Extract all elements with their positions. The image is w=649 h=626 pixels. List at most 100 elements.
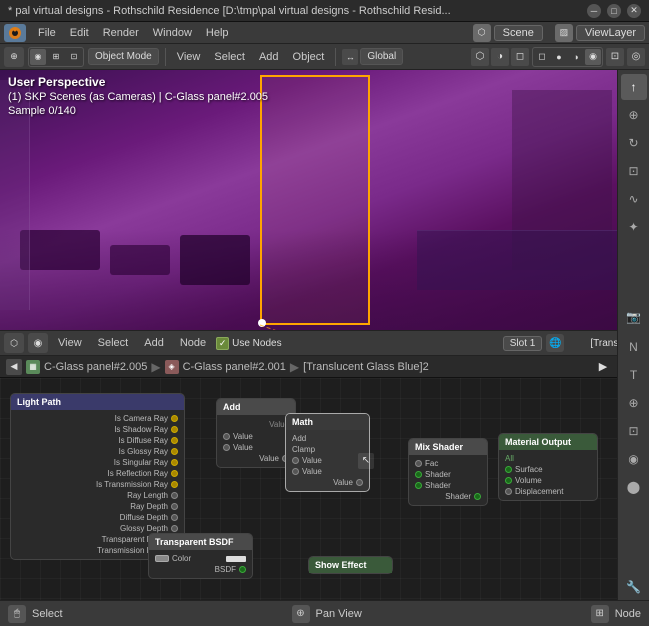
sidebar-tool-3[interactable]: ↻ bbox=[621, 130, 647, 156]
overlay-icons: ⬡ ◑ ◻ bbox=[471, 48, 529, 66]
sidebar-tool-5[interactable]: ∿ bbox=[621, 186, 647, 212]
wire-mode[interactable]: ◻ bbox=[534, 49, 550, 65]
proportional-icon[interactable]: ◎ bbox=[627, 48, 645, 66]
shading-modes: ◻ ● ◑ ◉ bbox=[532, 47, 603, 67]
trans-header: Transparent BSDF bbox=[149, 534, 252, 550]
breadcrumb-item-3: [Translucent Glass Blue]2 bbox=[303, 361, 429, 373]
transform-icon[interactable]: ↔ bbox=[342, 49, 358, 65]
scene-selector[interactable]: Scene bbox=[494, 25, 543, 41]
sidebar-tool-cam[interactable]: 📷 bbox=[621, 304, 647, 330]
mode-icon-2[interactable]: ⊞ bbox=[48, 49, 64, 65]
select-mouse-icon: 🖱 bbox=[8, 605, 26, 623]
xray-icon[interactable]: ◻ bbox=[511, 48, 529, 66]
mix-shader-node[interactable]: Mix Shader Fac Shader Shader Shader bbox=[408, 438, 488, 506]
object-mode-btn[interactable]: Object Mode bbox=[88, 48, 159, 65]
mode-icon-1[interactable]: ◉ bbox=[30, 49, 46, 65]
breadcrumb-item-2: ◈ C-Glass panel#2.001 bbox=[165, 360, 286, 374]
vp-view-btn[interactable]: View bbox=[172, 49, 206, 65]
scene-icon: ⬡ bbox=[473, 24, 491, 42]
shader-view-btn[interactable]: View bbox=[52, 335, 88, 351]
use-nodes-toggle[interactable]: ✓ Use Nodes bbox=[216, 337, 281, 350]
statusbar: 🖱 Select ⊕ Pan View ⊞ Node bbox=[0, 600, 649, 626]
breadcrumb-sep-2: ▶ bbox=[290, 360, 299, 374]
lp-shadow-socket bbox=[171, 426, 178, 433]
node-tool-4[interactable]: ⊡ bbox=[621, 418, 647, 444]
menu-render[interactable]: Render bbox=[97, 25, 145, 41]
lp-singular: Is Singular Ray bbox=[17, 457, 178, 468]
material-output-node[interactable]: Material Output All Surface Volume Displ… bbox=[498, 433, 598, 501]
sidebar-tool-1[interactable]: ↑ bbox=[621, 74, 647, 100]
mix-fac: Fac bbox=[415, 458, 481, 469]
slot-selector[interactable]: Slot 1 bbox=[503, 336, 543, 351]
breadcrumb-back[interactable]: ◀ bbox=[6, 359, 22, 375]
math-val1: Value bbox=[292, 455, 363, 466]
transform-group: ↔ Global bbox=[342, 48, 403, 65]
lp-raylen-socket bbox=[171, 492, 178, 499]
shading-icon[interactable]: ⬡ bbox=[471, 48, 489, 66]
menu-edit[interactable]: Edit bbox=[64, 25, 95, 41]
show-effect-node[interactable]: Show Effect bbox=[308, 556, 393, 574]
mix-s2-sock bbox=[415, 482, 422, 489]
node-sidebar-bottom: 🔧 bbox=[621, 574, 647, 600]
node-tool-5[interactable]: ◉ bbox=[621, 446, 647, 472]
trans-out-sock bbox=[239, 566, 246, 573]
shader-toolbar: ⬡ ◉ View Select Add Node ✓ Use Nodes Slo… bbox=[0, 330, 649, 356]
node-canvas[interactable]: Light Path Is Camera Ray Is Shadow Ray I… bbox=[0, 378, 617, 600]
menu-file[interactable]: File bbox=[32, 25, 62, 41]
add-in2: Value bbox=[223, 442, 289, 453]
vp-add-btn[interactable]: Add bbox=[254, 49, 284, 65]
output-header: Material Output bbox=[499, 434, 597, 450]
breadcrumb-forward[interactable]: ▶ bbox=[595, 359, 611, 375]
solid-mode[interactable]: ● bbox=[551, 49, 567, 65]
shader-add-btn[interactable]: Add bbox=[138, 335, 170, 351]
titlebar: * pal virtual designs - Rothschild Resid… bbox=[0, 0, 649, 22]
add-node[interactable]: Add Value Value Value Value bbox=[216, 398, 296, 468]
use-nodes-checkbox[interactable]: ✓ bbox=[216, 337, 229, 350]
lp-transmission: Is Transmission Ray bbox=[17, 479, 178, 490]
vp-object-btn[interactable]: Object bbox=[288, 49, 330, 65]
vp-select-btn[interactable]: Select bbox=[209, 49, 250, 65]
out-surface-sock bbox=[505, 466, 512, 473]
world-icon[interactable]: 🌐 bbox=[546, 334, 564, 352]
shader-nav-icon[interactable]: ◉ bbox=[28, 333, 48, 353]
snap-icon[interactable]: ⊡ bbox=[606, 48, 624, 66]
blender-icon bbox=[4, 24, 26, 42]
menu-window[interactable]: Window bbox=[147, 25, 198, 41]
node-tool-2[interactable]: T bbox=[621, 362, 647, 388]
render-mode[interactable]: ◉ bbox=[585, 49, 601, 65]
overlay-icon[interactable]: ◑ bbox=[491, 48, 509, 66]
minimize-button[interactable]: ─ bbox=[587, 4, 601, 18]
shader-mode-icon[interactable]: ⬡ bbox=[4, 333, 24, 353]
breadcrumb-bar: ◀ ▦ C-Glass panel#2.005 ▶ ◈ C-Glass pane… bbox=[0, 356, 617, 378]
node-editor[interactable]: Light Path Is Camera Ray Is Shadow Ray I… bbox=[0, 378, 617, 600]
node-right-sidebar: N T ⊕ ⊡ ◉ ⬤ 🔧 bbox=[617, 330, 649, 600]
mix-s1-sock bbox=[415, 471, 422, 478]
expand-icon bbox=[568, 334, 586, 352]
window-controls[interactable]: ─ □ ✕ bbox=[587, 4, 641, 18]
node-tool-6[interactable]: ⬤ bbox=[621, 474, 647, 500]
breadcrumb-sep-1: ▶ bbox=[151, 360, 160, 374]
sidebar-tool-4[interactable]: ⊡ bbox=[621, 158, 647, 184]
global-btn[interactable]: Global bbox=[360, 48, 403, 65]
math-clamp-node[interactable]: Math Add Clamp Value Value Value ↖ bbox=[285, 413, 370, 492]
lp-reflection-socket bbox=[171, 470, 178, 477]
add-in1-sock bbox=[223, 433, 230, 440]
shader-node-btn[interactable]: Node bbox=[174, 335, 212, 351]
material-mode[interactable]: ◑ bbox=[568, 49, 584, 65]
lp-glossy: Is Glossy Ray bbox=[17, 446, 178, 457]
viewport-tool-icon[interactable]: ⊕ bbox=[4, 47, 24, 67]
sidebar-tool-6[interactable]: ✦ bbox=[621, 214, 647, 240]
viewlayer-icon: ▨ bbox=[555, 24, 573, 42]
node-wrench-icon[interactable]: 🔧 bbox=[621, 574, 647, 600]
transparent-bsdf-node[interactable]: Transparent BSDF Color BSDF bbox=[148, 533, 253, 579]
menu-help[interactable]: Help bbox=[200, 25, 235, 41]
shader-select-btn[interactable]: Select bbox=[92, 335, 135, 351]
node-tool-1[interactable]: N bbox=[621, 334, 647, 360]
mode-icon-3[interactable]: ⊡ bbox=[66, 49, 82, 65]
close-button[interactable]: ✕ bbox=[627, 4, 641, 18]
viewlayer-selector[interactable]: ViewLayer bbox=[576, 25, 645, 41]
node-tool-3[interactable]: ⊕ bbox=[621, 390, 647, 416]
viewport-mode-toggle: ◉ ⊞ ⊡ bbox=[28, 47, 84, 67]
sidebar-tool-2[interactable]: ⊕ bbox=[621, 102, 647, 128]
maximize-button[interactable]: □ bbox=[607, 4, 621, 18]
